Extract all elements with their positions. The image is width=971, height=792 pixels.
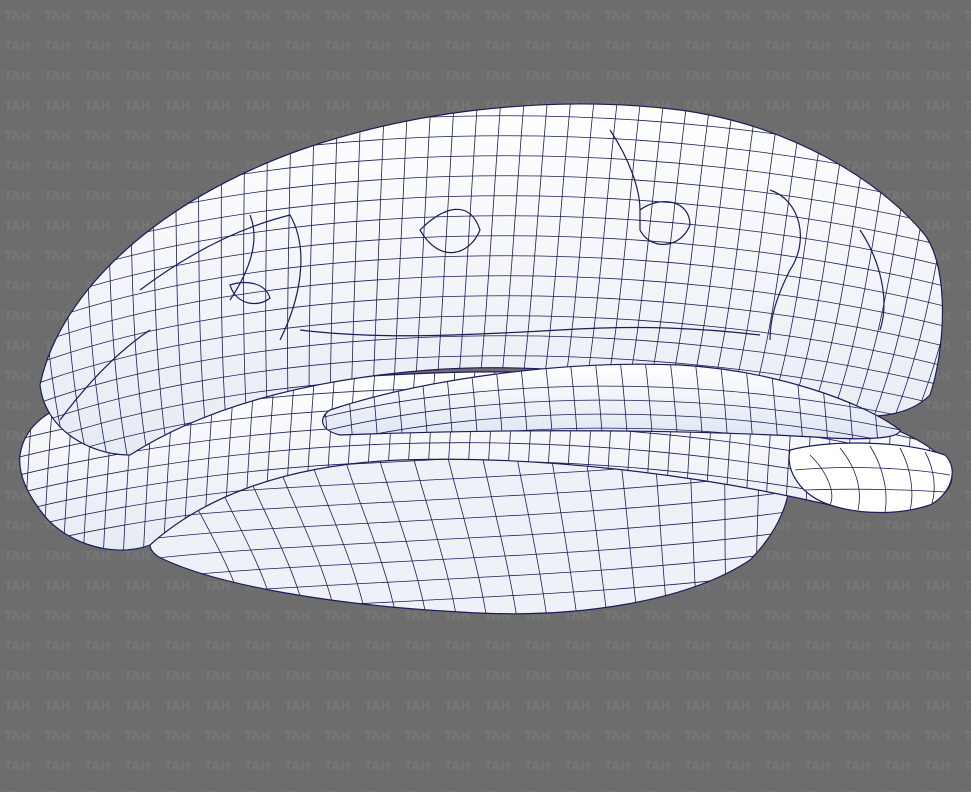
wireframe-render: TAH bbox=[0, 0, 971, 792]
viewport: TAH bbox=[0, 0, 971, 792]
